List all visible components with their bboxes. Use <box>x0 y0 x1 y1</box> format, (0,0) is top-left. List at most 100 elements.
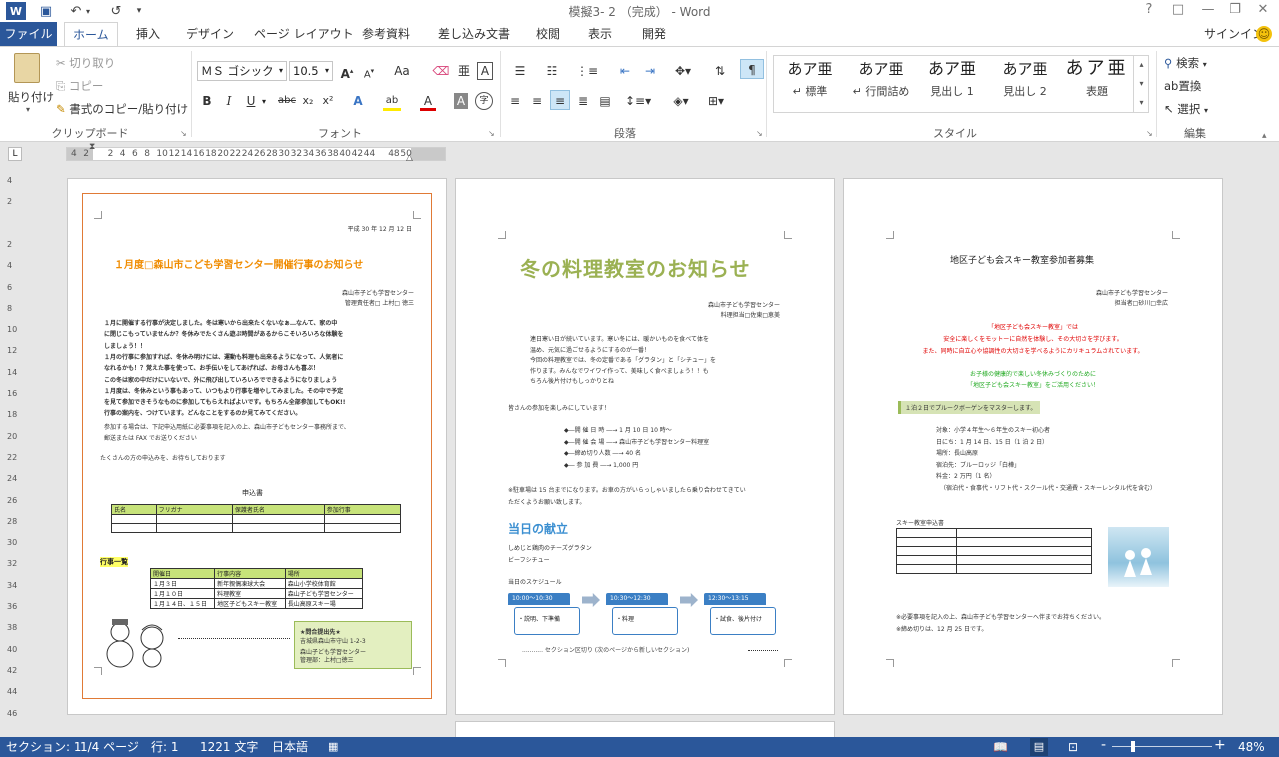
shrink-font-icon[interactable]: A▾ <box>360 61 378 81</box>
macro-record-icon[interactable]: ▦ <box>328 739 338 755</box>
collapse-ribbon-icon[interactable]: ▴ <box>1262 131 1267 141</box>
style-no-spacing[interactable]: あア亜 ↵ 行間詰め <box>846 55 916 111</box>
align-center-icon[interactable]: ≡ <box>528 91 546 111</box>
distributed-icon[interactable]: ▤ <box>596 91 614 111</box>
zoom-slider-track[interactable] <box>1112 746 1212 747</box>
underline-button[interactable]: U <box>243 91 259 111</box>
tab-view[interactable]: 表示 <box>580 22 620 46</box>
font-size-value: 10.5 <box>293 64 319 78</box>
decrease-indent-icon[interactable]: ⇤ <box>615 61 635 81</box>
web-layout-icon[interactable]: ⊡ <box>1068 739 1078 755</box>
close-button[interactable]: ✕ <box>1250 0 1276 22</box>
smiley-icon[interactable]: ☺ <box>1256 26 1272 42</box>
help-button[interactable]: ? <box>1136 0 1162 22</box>
justify-icon[interactable]: ≣ <box>574 91 592 111</box>
title-bar: W ▣ ↶ ▾ ↺ ▾ 模擬3- 2 （完成） - Word ? □ — ❐ ✕ <box>0 0 1279 22</box>
enclose-characters-icon[interactable]: 字 <box>475 92 493 110</box>
line-spacing-icon[interactable]: ↕≡▾ <box>625 91 651 111</box>
style-heading-1[interactable]: あア亜 見出し 1 <box>917 55 987 111</box>
page-2[interactable]: 冬の料理教室のお知らせ 森山市子ども学習センター 料理担当□佐東□恵美 連日寒い… <box>456 179 834 714</box>
chevron-down-icon[interactable]: ▾ <box>262 97 266 106</box>
word-count[interactable]: 1221 文字 <box>200 739 258 755</box>
tab-mailings[interactable]: 差し込み文書 <box>430 22 518 46</box>
text-effects-icon[interactable]: A <box>350 91 366 111</box>
horizontal-ruler[interactable]: 4 2 2 4 6 8 10 12 14 16 18 20 22 24 26 28 30 32 34 36 38 40 42… <box>66 147 446 161</box>
page-indicator[interactable]: 1/4 ページ <box>80 739 139 755</box>
grow-font-icon[interactable]: A▴ <box>338 61 356 81</box>
closing-text: たくさんの方の申込みを、お待ちしております <box>100 455 226 462</box>
print-layout-icon[interactable]: ▤ <box>1030 738 1048 756</box>
tab-review[interactable]: 校閲 <box>528 22 568 46</box>
clipboard-launcher-icon[interactable]: ↘ <box>180 129 187 138</box>
tab-selector[interactable]: L <box>8 147 22 161</box>
zoom-out-button[interactable]: - <box>1101 737 1106 753</box>
phonetic-guide-icon[interactable]: 亜 <box>455 61 473 81</box>
paragraph-launcher-icon[interactable]: ↘ <box>756 129 763 138</box>
indent-marker-icon[interactable]: ⧗ <box>89 142 95 152</box>
find-button[interactable]: ⚲ 検索 ▾ <box>1164 55 1207 71</box>
section-indicator[interactable]: セクション: 1 <box>6 739 82 755</box>
ruler-tick-label: 38 <box>327 149 339 159</box>
tab-design[interactable]: デザイン <box>178 22 242 46</box>
green-line-2: 「地区子ども会スキー教室」をご活用ください！ <box>966 382 1099 389</box>
italic-button[interactable]: I <box>221 91 237 111</box>
numbering-icon[interactable]: ☷ <box>540 61 564 81</box>
read-mode-icon[interactable]: 📖 <box>993 739 1008 755</box>
page-4[interactable] <box>456 722 834 737</box>
subscript-button[interactable]: x₂ <box>300 91 316 111</box>
zoom-in-button[interactable]: + <box>1214 737 1226 753</box>
font-name-combo[interactable]: ＭＳ ゴシック ▾ <box>197 61 287 81</box>
show-marks-icon[interactable]: ¶ <box>740 59 764 79</box>
align-left-icon[interactable]: ≡ <box>506 91 524 111</box>
sort-icon[interactable]: ⇅ <box>710 61 730 81</box>
ribbon-display-button[interactable]: □ <box>1165 0 1191 22</box>
strikethrough-button[interactable]: abc <box>276 91 298 111</box>
style-scroll-icon[interactable]: ▴ ▾ ▾ <box>1133 55 1149 113</box>
font-size-combo[interactable]: 10.5 ▾ <box>289 61 333 81</box>
tab-file[interactable]: ファイル <box>0 22 57 46</box>
page-1[interactable]: 平成 30 年 12 月 12 日 １月度□森山市こども学習センター開催行事のお… <box>68 179 446 714</box>
increase-indent-icon[interactable]: ⇥ <box>640 61 660 81</box>
tab-developer[interactable]: 開発 <box>634 22 674 46</box>
page-3[interactable]: 地区子ども会スキー教室参加者募集 森山市子ども学習センター 担当者□砂川□幸広 … <box>844 179 1222 714</box>
character-shading-icon[interactable]: A <box>454 93 468 109</box>
change-case-icon[interactable]: Aa <box>389 61 415 81</box>
bold-button[interactable]: B <box>199 91 215 111</box>
select-button[interactable]: ↖ 選択 ▾ <box>1164 101 1208 117</box>
shading-icon[interactable]: ◈▾ <box>668 91 694 111</box>
paste-button[interactable]: 貼り付け ▾ <box>8 53 54 121</box>
right-indent-icon[interactable]: △ <box>406 153 413 163</box>
maximize-button[interactable]: ❐ <box>1222 0 1248 22</box>
highlight-icon[interactable]: ab <box>383 91 401 111</box>
style-normal[interactable]: あア亜 ↵ 標準 <box>775 55 845 111</box>
table-row: 開催日 行事内容 場所 <box>149 568 364 579</box>
vertical-ruler[interactable]: 4 2 2 4 6 8 10 12 14 16 18 20 22 24 26 28 30 32 34 36 38 40 42… <box>4 176 20 718</box>
tab-home[interactable]: ホーム <box>64 22 118 47</box>
borders-icon[interactable]: ⊞▾ <box>703 91 729 111</box>
multilevel-list-icon[interactable]: ⋮≡ <box>574 61 600 81</box>
paste-dropdown-icon: ▾ <box>25 105 30 114</box>
zoom-slider-thumb[interactable] <box>1131 741 1135 752</box>
bullets-icon[interactable]: ☰ <box>508 61 532 81</box>
line-indicator[interactable]: 行: 1 <box>151 739 179 755</box>
clear-format-icon[interactable]: ⌫ <box>432 61 450 81</box>
character-border-icon[interactable]: A <box>477 62 493 80</box>
tab-page-layout[interactable]: ページ レイアウト <box>246 22 362 46</box>
font-launcher-icon[interactable]: ↘ <box>488 129 495 138</box>
style-heading-2[interactable]: あア亜 見出し 2 <box>990 55 1060 111</box>
font-color-icon[interactable]: A <box>420 91 436 111</box>
align-right-icon[interactable]: ≡ <box>550 90 570 110</box>
replace-button[interactable]: ab置換 <box>1164 78 1201 94</box>
copy-button[interactable]: ⎘ コピー <box>56 78 103 94</box>
style-title[interactable]: あア亜 表題 <box>1062 55 1132 111</box>
format-painter-button[interactable]: ✎ 書式のコピー/貼り付け <box>56 101 188 117</box>
tab-references[interactable]: 参考資料 <box>354 22 418 46</box>
superscript-button[interactable]: x² <box>320 91 336 111</box>
styles-launcher-icon[interactable]: ↘ <box>1146 129 1153 138</box>
cut-button[interactable]: ✂ 切り取り <box>56 55 115 71</box>
language-indicator[interactable]: 日本語 <box>272 739 308 755</box>
zoom-level[interactable]: 48% <box>1238 739 1265 755</box>
tab-insert[interactable]: 挿入 <box>128 22 168 46</box>
minimize-button[interactable]: — <box>1195 0 1221 22</box>
asian-layout-icon[interactable]: ✥▾ <box>670 61 696 81</box>
